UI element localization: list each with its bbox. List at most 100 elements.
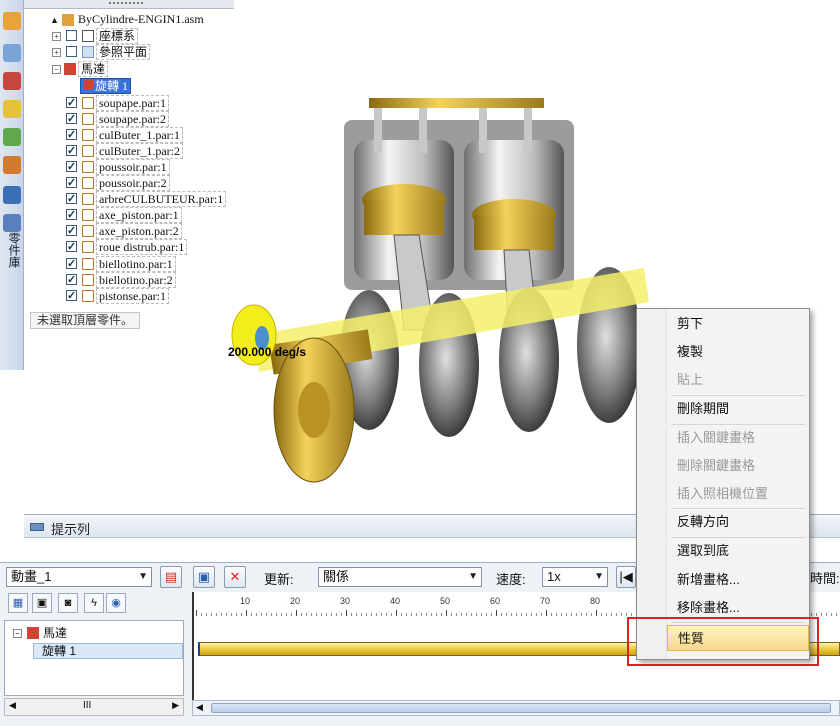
ruler-tick xyxy=(576,613,577,616)
ruler-tick xyxy=(241,613,242,616)
ruler-tick xyxy=(501,613,502,616)
update-select[interactable]: 關係 ▼ xyxy=(318,567,482,587)
motor-icon xyxy=(64,63,76,75)
visibility-checkbox[interactable] xyxy=(66,207,77,223)
visibility-checkbox[interactable] xyxy=(66,127,77,143)
camera-icon[interactable]: ◙ xyxy=(58,593,78,613)
rotation-label: 旋轉 1 xyxy=(80,78,132,94)
ruler-tick xyxy=(486,613,487,616)
part-label: poussoir.par:2 xyxy=(96,175,170,191)
ruler-tick xyxy=(506,613,507,616)
animation-tree-hscrollbar[interactable]: ◀ III ▶ xyxy=(4,698,184,716)
features-icon[interactable] xyxy=(3,72,21,90)
ruler-tick xyxy=(561,613,562,616)
visibility-checkbox[interactable] xyxy=(66,191,77,207)
ruler-tick xyxy=(826,613,827,616)
menu-item-copy[interactable]: 複製 xyxy=(667,339,809,365)
menu-item-cut[interactable]: 剪下 xyxy=(667,311,809,337)
menu-item-insert-keyframe[interactable]: 插入關鍵畫格 xyxy=(667,425,809,451)
collapse-icon[interactable]: − xyxy=(52,65,61,74)
ruler-tick xyxy=(631,613,632,616)
timeline-hscrollbar[interactable]: ◀ xyxy=(192,700,840,716)
visibility-checkbox[interactable] xyxy=(66,143,77,159)
menu-item-delete-duration[interactable]: 刪除期間 xyxy=(667,396,809,422)
anim-tree-motor-label: 馬達 xyxy=(43,626,68,640)
ruler-tick xyxy=(331,613,332,616)
layers-icon[interactable] xyxy=(3,44,21,62)
palette-icon[interactable] xyxy=(3,156,21,174)
save-state-icon[interactable]: ▣ xyxy=(32,593,52,613)
visibility-checkbox[interactable] xyxy=(66,175,77,191)
properties-icon[interactable]: ▦ xyxy=(8,593,28,613)
expand-icon[interactable]: + xyxy=(52,48,61,57)
ruler-tick xyxy=(261,613,262,616)
ruler-tick xyxy=(556,613,557,616)
help-icon[interactable] xyxy=(3,100,21,118)
rewind-button[interactable]: |◀ xyxy=(616,566,636,588)
menu-item-insert-camera-position[interactable]: 插入照相機位置 xyxy=(667,481,809,507)
menu-item-reverse-direction[interactable]: 反轉方向 xyxy=(667,509,809,535)
ruler-tick xyxy=(821,613,822,616)
ruler-tick xyxy=(216,613,217,616)
assembly-pathfinder-icon[interactable] xyxy=(3,12,21,30)
settings-icon[interactable]: ◉ xyxy=(106,593,126,613)
menu-item-add-frames[interactable]: 新增畫格... xyxy=(667,567,809,593)
anim-tree-rotation[interactable]: 旋轉 1 xyxy=(33,643,183,659)
visibility-checkbox[interactable] xyxy=(66,159,77,175)
scroll-left-arrow-icon[interactable]: ◀ xyxy=(9,700,16,711)
scroll-left-arrow-icon[interactable]: ◀ xyxy=(196,702,203,713)
ruler-tick xyxy=(451,613,452,616)
visibility-checkbox[interactable] xyxy=(66,256,77,272)
visibility-checkbox[interactable] xyxy=(66,288,77,304)
collapse-icon[interactable]: − xyxy=(13,629,22,638)
speed-select[interactable]: 1x ▼ xyxy=(542,567,608,587)
scroll-thumb[interactable] xyxy=(211,703,831,713)
ruler-tick xyxy=(591,613,592,616)
part-icon xyxy=(82,225,94,237)
ruler-tick xyxy=(836,613,837,616)
visibility-checkbox[interactable] xyxy=(66,111,77,127)
visibility-checkbox[interactable] xyxy=(66,223,77,239)
ruler-tick xyxy=(361,613,362,616)
menu-item-select-to-end[interactable]: 選取到底 xyxy=(667,538,809,564)
new-animation-button[interactable]: ▤ xyxy=(160,566,182,588)
ruler-tick xyxy=(226,613,227,616)
ruler-tick xyxy=(466,613,467,616)
ruler-tick xyxy=(201,613,202,616)
part-icon xyxy=(82,209,94,221)
expand-icon[interactable]: + xyxy=(52,32,61,41)
part-label: axe_piston.par:1 xyxy=(96,207,182,223)
scroll-thumb[interactable]: III xyxy=(83,700,91,711)
speed-value: 1x xyxy=(547,569,561,584)
visibility-checkbox[interactable] xyxy=(66,239,77,255)
ruler-tick xyxy=(521,613,522,616)
part-icon xyxy=(82,97,94,109)
delete-button[interactable]: ✕ xyxy=(224,566,246,588)
color-icon[interactable] xyxy=(3,128,21,146)
visibility-checkbox[interactable] xyxy=(66,30,77,41)
menu-item-delete-keyframe[interactable]: 刪除關鍵畫格 xyxy=(667,453,809,479)
ruler-tick xyxy=(581,613,582,616)
grip-handle[interactable] xyxy=(109,2,143,5)
animation-name-select[interactable]: 動畫_1 ▼ xyxy=(6,567,152,587)
ruler-tick xyxy=(296,610,297,616)
parts-library-icon[interactable] xyxy=(3,214,21,232)
save-button[interactable]: ▣ xyxy=(193,566,215,588)
ruler-tick xyxy=(281,613,282,616)
prompt-bar-icon[interactable] xyxy=(30,523,44,531)
scroll-right-arrow-icon[interactable]: ▶ xyxy=(172,700,179,711)
ruler-tick xyxy=(616,613,617,616)
visibility-checkbox[interactable] xyxy=(66,272,77,288)
annotation-highlight-box xyxy=(627,617,819,666)
visibility-checkbox[interactable] xyxy=(66,46,77,57)
parts-library-label[interactable]: 零件庫 xyxy=(4,232,21,268)
ruler-tick xyxy=(341,613,342,616)
visibility-checkbox[interactable] xyxy=(66,95,77,111)
collapse-arrow-icon[interactable]: ▲ xyxy=(50,12,59,28)
ruler-tick xyxy=(306,613,307,616)
left-toolbar: 零件庫 xyxy=(0,0,24,370)
ruler-tick xyxy=(611,613,612,616)
menu-item-paste[interactable]: 貼上 xyxy=(667,367,809,393)
wand-icon[interactable]: ϟ xyxy=(84,593,104,613)
gear-icon[interactable] xyxy=(3,186,21,204)
